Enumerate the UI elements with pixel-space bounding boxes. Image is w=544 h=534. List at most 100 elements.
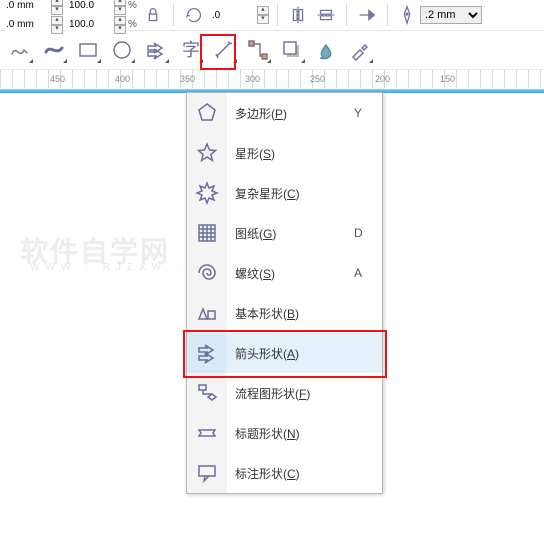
flyout-label: 复杂星形(C) bbox=[227, 185, 354, 202]
divider bbox=[173, 4, 174, 26]
y-position-input[interactable]: ▴▾ bbox=[4, 16, 63, 34]
rotate-icon bbox=[183, 4, 205, 26]
rotation-value[interactable] bbox=[210, 8, 256, 22]
dimension-tool[interactable] bbox=[210, 36, 238, 64]
flyout-item-star[interactable]: 星形(S) bbox=[187, 133, 382, 173]
eyedropper-icon bbox=[348, 38, 372, 62]
flyout-label: 箭头形状(A) bbox=[227, 345, 354, 362]
divider bbox=[387, 4, 388, 26]
connector-tool[interactable] bbox=[244, 36, 272, 64]
scale-x-spin[interactable]: ▴▾ bbox=[114, 0, 126, 15]
freehand-icon bbox=[8, 38, 32, 62]
object-toolbar: 字 bbox=[0, 30, 544, 70]
lock-ratio-button[interactable] bbox=[141, 3, 165, 27]
mirror-vertical-button[interactable] bbox=[314, 3, 338, 27]
banner-icon bbox=[195, 421, 219, 445]
flyout-label: 星形(S) bbox=[227, 145, 354, 162]
mirror-h-icon bbox=[287, 4, 309, 26]
flyout-item-polygon[interactable]: 多边形(P) Y bbox=[187, 93, 382, 133]
rectangle-icon bbox=[76, 38, 100, 62]
flyout-shortcut: Y bbox=[354, 106, 382, 120]
flyout-shortcut: A bbox=[354, 266, 382, 280]
flyout-item-callout-shapes[interactable]: 标注形状(C) bbox=[187, 453, 382, 493]
flyout-item-banner-shapes[interactable]: 标题形状(N) bbox=[187, 413, 382, 453]
scale-x-value[interactable] bbox=[67, 0, 113, 13]
mirror-v-icon bbox=[315, 4, 337, 26]
rotation-input[interactable]: ▴▾ bbox=[210, 6, 269, 24]
ruler-num: 200 bbox=[375, 74, 390, 84]
flyout-label: 标题形状(N) bbox=[227, 425, 354, 442]
arrow-right-icon bbox=[356, 4, 378, 26]
ruler-num: 300 bbox=[245, 74, 260, 84]
property-bar: ▴▾ ▴▾ ▴▾ % ▴▾ % ▴▾ bbox=[0, 0, 544, 30]
scale-x-input[interactable]: ▴▾ % bbox=[67, 0, 137, 15]
divider bbox=[346, 4, 347, 26]
x-spin-buttons[interactable]: ▴▾ bbox=[51, 0, 63, 15]
ruler-num: 250 bbox=[310, 74, 325, 84]
spiral-icon bbox=[195, 261, 219, 285]
ruler-num: 400 bbox=[115, 74, 130, 84]
ruler-num: 150 bbox=[440, 74, 455, 84]
basic-shapes-icon bbox=[195, 301, 219, 325]
polygon-icon bbox=[195, 101, 219, 125]
flyout-item-complex-star[interactable]: 复杂星形(C) bbox=[187, 173, 382, 213]
flowchart-icon bbox=[195, 381, 219, 405]
polygon-flyout-menu: 多边形(P) Y 星形(S) 复杂星形(C) 图纸(G) D 螺纹(S) A 基… bbox=[186, 92, 383, 494]
flyout-item-arrow-shapes[interactable]: 箭头形状(A) bbox=[187, 333, 382, 373]
polygon-tool[interactable] bbox=[142, 36, 170, 64]
flyout-item-basic-shapes[interactable]: 基本形状(B) bbox=[187, 293, 382, 333]
scale-y-spin[interactable]: ▴▾ bbox=[114, 16, 126, 34]
text-tool[interactable]: 字 bbox=[176, 36, 204, 64]
text-icon: 字 bbox=[178, 38, 202, 62]
arrow-shape-indicator[interactable] bbox=[355, 3, 379, 27]
eyedropper-tool[interactable] bbox=[346, 36, 374, 64]
flyout-label: 基本形状(B) bbox=[227, 305, 354, 322]
flyout-item-graph-paper[interactable]: 图纸(G) D bbox=[187, 213, 382, 253]
scale-fields: ▴▾ % ▴▾ % bbox=[67, 0, 137, 34]
drop-shadow-tool[interactable] bbox=[278, 36, 306, 64]
flyout-label: 螺纹(S) bbox=[227, 265, 354, 282]
scale-y-input[interactable]: ▴▾ % bbox=[67, 16, 137, 34]
flyout-label: 标注形状(C) bbox=[227, 465, 354, 482]
ruler-ticks bbox=[0, 70, 544, 88]
ruler-num: 350 bbox=[180, 74, 195, 84]
star-icon bbox=[195, 141, 219, 165]
scale-unit-label-2: % bbox=[128, 19, 137, 30]
artistic-media-icon bbox=[42, 38, 66, 62]
scale-y-value[interactable] bbox=[67, 18, 113, 32]
lock-icon bbox=[142, 4, 164, 26]
connector-icon bbox=[246, 38, 270, 62]
x-position-input[interactable]: ▴▾ bbox=[4, 0, 63, 15]
scale-unit-label: % bbox=[128, 0, 137, 11]
arrow-shapes-icon bbox=[195, 341, 219, 365]
flyout-item-flowchart-shapes[interactable]: 流程图形状(F) bbox=[187, 373, 382, 413]
dimension-icon bbox=[212, 38, 236, 62]
pen-outline-icon bbox=[396, 4, 418, 26]
outline-width-select[interactable]: .2 mm bbox=[420, 6, 482, 24]
svg-text:字: 字 bbox=[182, 40, 200, 60]
horizontal-ruler[interactable]: 450 400 350 300 250 200 150 bbox=[0, 70, 544, 93]
rotation-spin[interactable]: ▴▾ bbox=[257, 6, 269, 24]
flyout-label: 流程图形状(F) bbox=[227, 385, 354, 402]
y-spin-buttons[interactable]: ▴▾ bbox=[51, 16, 63, 34]
transparency-tool[interactable] bbox=[312, 36, 340, 64]
outline-width-control[interactable]: .2 mm bbox=[396, 4, 482, 26]
flyout-label: 多边形(P) bbox=[227, 105, 354, 122]
graph-paper-icon bbox=[195, 221, 219, 245]
flyout-shortcut: D bbox=[354, 226, 382, 240]
x-position-value[interactable] bbox=[4, 0, 50, 13]
y-position-value[interactable] bbox=[4, 18, 50, 32]
drop-shadow-icon bbox=[280, 38, 304, 62]
flyout-item-spiral[interactable]: 螺纹(S) A bbox=[187, 253, 382, 293]
callout-icon bbox=[195, 461, 219, 485]
freehand-tool[interactable] bbox=[6, 36, 34, 64]
ellipse-tool[interactable] bbox=[108, 36, 136, 64]
artistic-media-tool[interactable] bbox=[40, 36, 68, 64]
rotate-icon-button[interactable] bbox=[182, 3, 206, 27]
transparency-icon bbox=[314, 38, 338, 62]
rectangle-tool[interactable] bbox=[74, 36, 102, 64]
mirror-horizontal-button[interactable] bbox=[286, 3, 310, 27]
complex-star-icon bbox=[195, 181, 219, 205]
ruler-num: 450 bbox=[50, 74, 65, 84]
ellipse-icon bbox=[110, 38, 134, 62]
